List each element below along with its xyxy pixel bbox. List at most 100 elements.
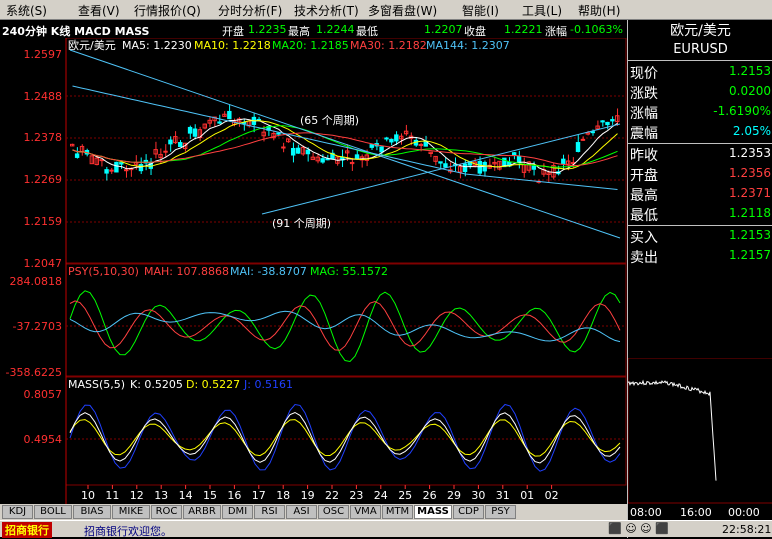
- quote-value: 1.2153: [729, 64, 771, 78]
- candle-body: [163, 150, 168, 153]
- x-axis-label: 15: [203, 489, 217, 502]
- intraday-line: [628, 379, 717, 481]
- quote-row: 昨收 1.2353: [628, 144, 772, 164]
- quote-label: 涨幅: [630, 106, 658, 122]
- mass-lines: [69, 403, 621, 472]
- menu-tools[interactable]: 工具(L): [522, 2, 562, 19]
- tab-mtm[interactable]: MTM: [382, 505, 413, 519]
- status-bar: 招商银行 招商银行欢迎您。 ⬛ ☺ ☺ ⬛ 22:58:21: [0, 520, 772, 538]
- x-axis-label: 24: [374, 489, 388, 502]
- quote-value: 1.2353: [729, 146, 771, 160]
- candle-body: [138, 164, 144, 172]
- quote-row: 开盘 1.2356: [628, 164, 772, 184]
- tab-cdp[interactable]: CDP: [453, 505, 484, 519]
- menu-technical[interactable]: 技术分析(T): [294, 2, 359, 19]
- tab-mass[interactable]: MASS: [414, 505, 452, 519]
- quote-row: 涨幅 -1.6190%: [628, 102, 772, 122]
- tab-arbr[interactable]: ARBR: [183, 505, 221, 519]
- tab-roc[interactable]: ROC: [151, 505, 182, 519]
- main-axis-label: 1.2269: [24, 173, 63, 186]
- candle-body: [168, 139, 173, 145]
- psy-name: PSY(5,10,30): [68, 265, 139, 278]
- low-value: 1.2207: [424, 23, 463, 36]
- x-axis-label: 17: [252, 489, 266, 502]
- quote-label: 最低: [630, 208, 658, 224]
- menu-intraday[interactable]: 分时分析(F): [218, 2, 282, 19]
- close-label: 收盘: [464, 25, 486, 38]
- main-axis-label: 1.2047: [24, 257, 63, 270]
- quote-value: 2.05%: [732, 124, 771, 138]
- candle-body: [531, 165, 537, 170]
- tab-mike[interactable]: MIKE: [112, 505, 150, 519]
- x-axis-label: 30: [471, 489, 485, 502]
- x-axis-label: 19: [301, 489, 315, 502]
- menu-smart[interactable]: 智能(I): [462, 2, 499, 19]
- psy-mah: MAH: 107.8868: [144, 265, 229, 278]
- quote-label: 昨收: [630, 148, 658, 164]
- main-axis-label: 1.2488: [24, 90, 63, 103]
- candle-body: [354, 154, 360, 159]
- tab-kdj[interactable]: KDJ: [2, 505, 33, 519]
- change-value: -0.1063%: [570, 23, 623, 36]
- candle-body: [394, 134, 399, 142]
- tab-psy[interactable]: PSY: [485, 505, 516, 519]
- x-axis-label: 25: [398, 489, 412, 502]
- candle-body: [580, 138, 586, 141]
- quote-label: 现价: [630, 66, 658, 82]
- panel-symbol-code: EURUSD: [673, 42, 728, 57]
- low-label: 最低: [356, 25, 378, 38]
- candle-body: [462, 163, 468, 173]
- tab-dmi[interactable]: DMI: [222, 505, 253, 519]
- tab-osc[interactable]: OSC: [318, 505, 349, 519]
- candle-body: [443, 163, 448, 168]
- mini-time-label: 16:00: [680, 506, 712, 518]
- panel-symbol-title: 欧元/美元: [670, 23, 731, 39]
- candle-body: [423, 141, 428, 147]
- candle-body: [561, 158, 566, 164]
- menu-view[interactable]: 查看(V): [78, 2, 120, 19]
- tab-rsi[interactable]: RSI: [254, 505, 285, 519]
- candle-body: [605, 121, 610, 126]
- quote-row: 卖出 1.2157: [628, 246, 772, 266]
- tab-bias[interactable]: BIAS: [73, 505, 111, 519]
- quote-value: -1.6190%: [713, 104, 771, 118]
- ma20-line: [72, 125, 618, 168]
- x-axis-label: 02: [545, 489, 559, 502]
- candle-body: [74, 153, 80, 158]
- main-axis-label: 1.2597: [24, 48, 63, 61]
- tab-vma[interactable]: VMA: [350, 505, 381, 519]
- candle-body: [511, 152, 517, 156]
- mass-axis-label: 0.8057: [24, 388, 63, 401]
- quote-bar: 240分钟 K线 MACD MASS 开盘 1.2235 最高 1.2244 最…: [0, 21, 627, 38]
- status-icons: ⬛ ☺ ☺ ⬛: [608, 522, 669, 535]
- quote-value: 1.2356: [729, 166, 771, 180]
- intraday-mini-chart: 08:00 16:00 00:00: [628, 358, 772, 518]
- candle-body: [600, 120, 605, 123]
- quote-label: 震幅: [630, 126, 658, 142]
- tab-asi[interactable]: ASI: [286, 505, 317, 519]
- quote-label: 卖出: [630, 250, 658, 266]
- menu-multiwindow[interactable]: 多窗看盘(W): [368, 2, 437, 19]
- mass-j: J: 0.5161: [243, 378, 293, 391]
- quote-value: 1.2153: [729, 228, 771, 242]
- menu-quotes[interactable]: 行情报价(Q): [134, 2, 201, 19]
- candle-body: [99, 159, 104, 162]
- candle-body: [384, 137, 389, 140]
- x-axis-label: 22: [325, 489, 339, 502]
- menu-help[interactable]: 帮助(H): [578, 2, 620, 19]
- x-axis-labels: 10 11 12 13 14 15 16 17 18 19 22 23 24 25 26 29 30 31 01 02: [81, 485, 559, 502]
- x-axis-label: 01: [520, 489, 534, 502]
- x-axis-label: 14: [179, 489, 193, 502]
- chart-area[interactable]: 欧元/美元 MA5: 1.2230 MA10: 1.2218 MA20: 1.2…: [0, 38, 627, 504]
- quote-row: 现价 1.2153: [628, 62, 772, 82]
- mass-d: D: 0.5227: [186, 378, 240, 391]
- tab-boll[interactable]: BOLL: [34, 505, 72, 519]
- candle-body: [227, 110, 232, 120]
- ma5-legend: MA5: 1.2230: [122, 39, 192, 52]
- psy-mag: MAG: 55.1572: [310, 265, 388, 278]
- candle-body: [114, 161, 119, 173]
- ma20-legend: MA20: 1.2185: [272, 39, 349, 52]
- menu-system[interactable]: 系统(S): [6, 2, 47, 19]
- candle-body: [477, 160, 483, 174]
- psy-panel-frame: [65, 263, 627, 377]
